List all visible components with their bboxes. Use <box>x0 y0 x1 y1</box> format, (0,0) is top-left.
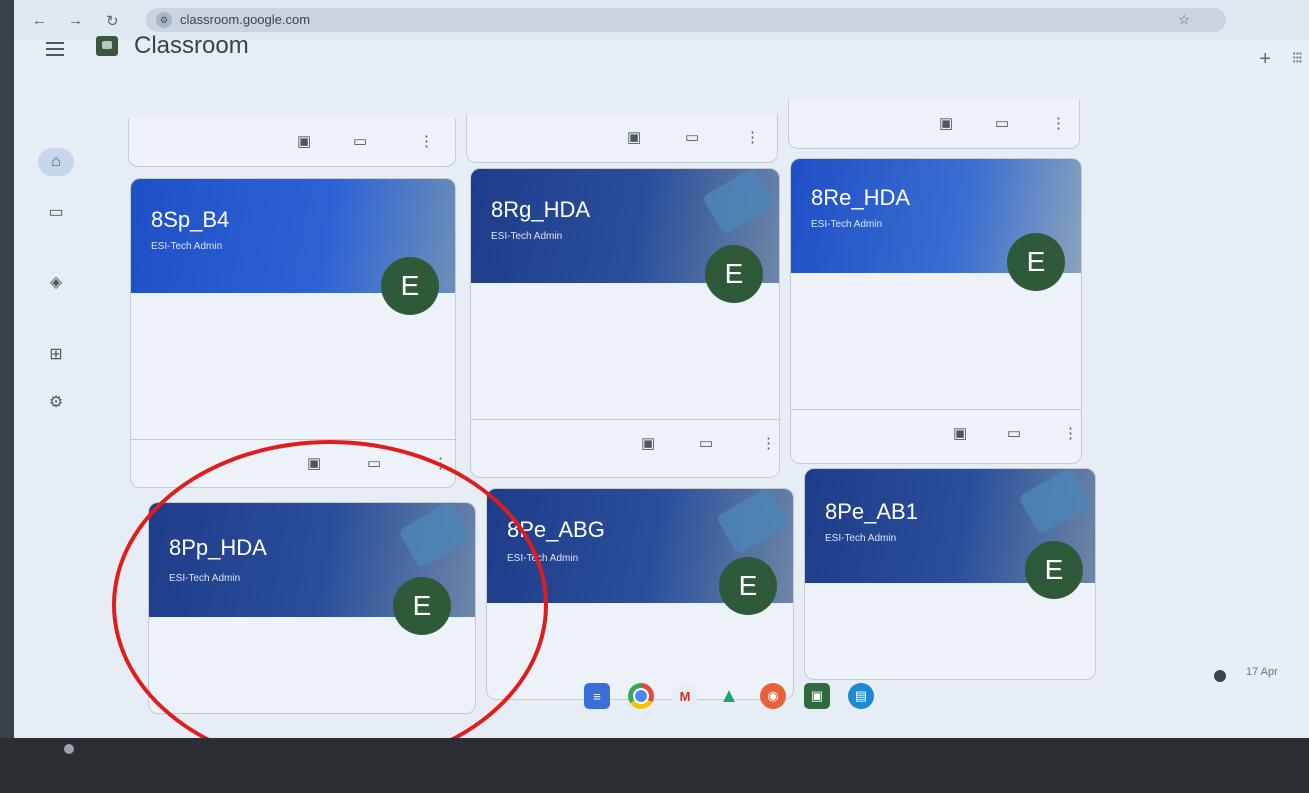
header-illustration <box>716 489 790 556</box>
system-date[interactable]: 17 Apr <box>1246 666 1278 678</box>
files-icon[interactable]: ▤ <box>848 683 874 709</box>
docs-icon[interactable]: ≡ <box>584 683 610 709</box>
gradebook-icon[interactable]: ▣ <box>939 114 953 132</box>
class-name[interactable]: 8Rg_HDA <box>491 197 590 223</box>
folder-icon[interactable]: ▭ <box>1007 424 1021 442</box>
teacher-avatar: E <box>381 257 439 315</box>
screen-bezel-bottom <box>0 738 1309 793</box>
more-options-icon[interactable]: ⋮ <box>1063 424 1078 442</box>
network-status-icon[interactable] <box>1214 670 1226 682</box>
screen-bezel-left <box>0 0 14 793</box>
class-card-footer: ▣ ▭ ⋮ <box>791 409 1081 456</box>
classroom-logo <box>96 36 118 56</box>
folder-icon[interactable]: ▭ <box>699 434 713 452</box>
class-owner: ESI-Tech Admin <box>825 533 897 544</box>
class-card-partial[interactable]: ▣ ▭ ⋮ <box>466 114 778 163</box>
class-card-partial[interactable]: ▣ ▭ ⋮ <box>788 100 1080 149</box>
enrolled-icon[interactable]: ◈ <box>38 268 74 296</box>
site-info-icon[interactable]: ⚙ <box>156 12 172 28</box>
gradebook-icon[interactable]: ▣ <box>641 434 655 452</box>
gradebook-icon[interactable]: ▣ <box>297 132 311 150</box>
class-card[interactable]: 8Pe_AB1 ESI-Tech Admin E <box>804 468 1096 680</box>
classroom-icon[interactable]: ▣ <box>804 683 830 709</box>
create-join-icon[interactable]: + <box>1259 48 1271 71</box>
url-text: classroom.google.com <box>180 12 311 27</box>
calendar-icon[interactable]: ▭ <box>38 198 74 226</box>
gradebook-icon[interactable]: ▣ <box>953 424 967 442</box>
google-apps-icon[interactable]: ⁝⁝⁝ <box>1292 48 1303 68</box>
folder-icon[interactable]: ▭ <box>353 132 367 150</box>
os-shelf: ≡ M ▲ ◉ ▣ ▤ <box>584 676 874 716</box>
drive-icon[interactable]: ▲ <box>716 683 742 709</box>
reload-icon[interactable]: ↻ <box>106 12 119 30</box>
app-title[interactable]: Classroom <box>134 32 249 60</box>
gradebook-icon[interactable]: ▣ <box>627 128 641 146</box>
more-options-icon[interactable]: ⋮ <box>761 434 776 452</box>
more-options-icon[interactable]: ⋮ <box>745 128 760 146</box>
archived-classes-icon[interactable]: ⊞ <box>38 340 74 368</box>
screen: ← → ↻ ⚙ classroom.google.com ☆ Classroom… <box>14 0 1309 745</box>
class-card-partial[interactable]: ▣ ▭ ⋮ <box>128 118 456 167</box>
more-options-icon[interactable]: ⋮ <box>419 132 434 150</box>
header-illustration <box>702 169 776 236</box>
teacher-avatar: E <box>1025 541 1083 599</box>
teacher-avatar: E <box>1007 233 1065 291</box>
class-name[interactable]: 8Re_HDA <box>811 185 910 211</box>
chrome-icon[interactable] <box>628 683 654 709</box>
folder-icon[interactable]: ▭ <box>685 128 699 146</box>
more-options-icon[interactable]: ⋮ <box>1051 114 1066 132</box>
class-owner: ESI-Tech Admin <box>491 231 563 242</box>
home-icon[interactable]: ⌂ <box>38 148 74 176</box>
highlight-circle <box>112 440 548 745</box>
class-card-footer: ▣ ▭ ⋮ <box>471 419 779 466</box>
settings-icon[interactable]: ⚙ <box>38 388 74 416</box>
back-icon[interactable]: ← <box>32 12 47 29</box>
camera-icon[interactable]: ◉ <box>760 683 786 709</box>
address-bar[interactable]: ⚙ classroom.google.com ☆ <box>146 8 1226 32</box>
bookmark-star-icon[interactable]: ☆ <box>1178 12 1190 28</box>
gmail-icon[interactable]: M <box>672 683 698 709</box>
forward-icon[interactable]: → <box>68 12 83 29</box>
class-card[interactable]: 8Re_HDA ESI-Tech Admin E ▣ ▭ ⋮ <box>790 158 1082 464</box>
class-name[interactable]: 8Sp_B4 <box>151 207 229 233</box>
folder-icon[interactable]: ▭ <box>995 114 1009 132</box>
header-illustration <box>1018 469 1092 536</box>
main-menu-icon[interactable] <box>46 38 64 60</box>
class-owner: ESI-Tech Admin <box>151 241 223 252</box>
teacher-avatar: E <box>719 557 777 615</box>
class-card[interactable]: 8Rg_HDA ESI-Tech Admin E ▣ ▭ ⋮ <box>470 168 780 478</box>
teacher-avatar: E <box>705 245 763 303</box>
class-name[interactable]: 8Pe_AB1 <box>825 499 918 525</box>
class-owner: ESI-Tech Admin <box>811 219 883 230</box>
launcher-icon[interactable] <box>64 744 74 754</box>
